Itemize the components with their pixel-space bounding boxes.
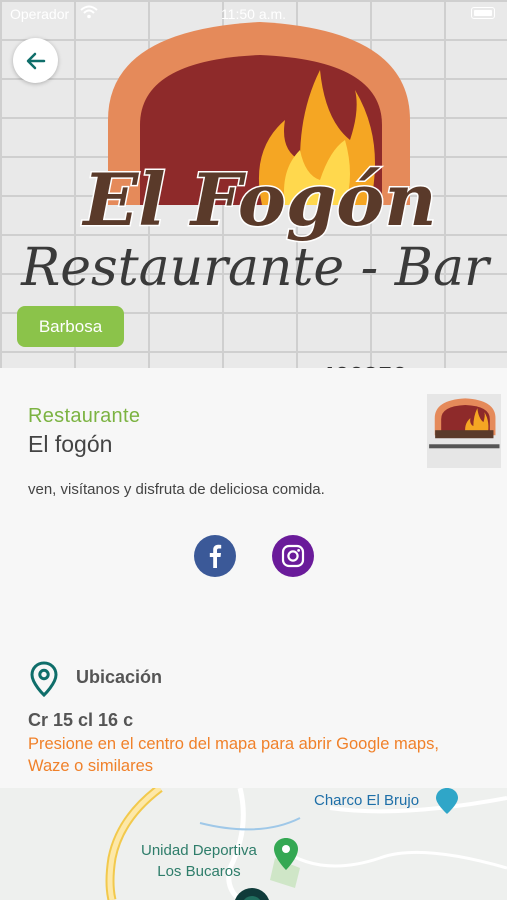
facebook-icon xyxy=(209,544,222,568)
facebook-button[interactable] xyxy=(194,535,236,577)
instagram-icon xyxy=(281,544,305,568)
map-label-charco: Charco El Brujo xyxy=(314,792,420,809)
business-name: El fogón xyxy=(28,431,113,457)
location-badge: Barbosa xyxy=(17,306,124,347)
instagram-button[interactable] xyxy=(272,535,314,577)
hero-banner: El Fogón Restaurante - Bar 466356 Operad… xyxy=(0,0,507,368)
partial-number: 466356 xyxy=(320,361,407,368)
battery-icon xyxy=(471,7,495,19)
category-label: Restaurante xyxy=(28,405,141,427)
map-hint-text: Presione en el centro del mapa para abri… xyxy=(28,735,439,775)
business-description: ven, visítanos y disfruta de deliciosa c… xyxy=(28,481,325,498)
tagline-text: Restaurante - Bar xyxy=(20,238,492,298)
map-pin-icon xyxy=(30,661,58,697)
location-title: Ubicación xyxy=(76,667,163,687)
map-label-unidad-line2: Los Bucaros xyxy=(157,863,241,880)
map-view[interactable]: Charco El Brujo Unidad Deportiva Los Buc… xyxy=(0,788,507,900)
business-thumbnail[interactable] xyxy=(427,394,501,468)
map-label-unidad-line1: Unidad Deportiva xyxy=(141,842,257,859)
business-info: Restaurante El fogón ven, visítanos y di… xyxy=(0,368,507,788)
back-button[interactable] xyxy=(13,38,58,83)
status-bar: Operador 11:50 a.m. xyxy=(0,0,507,28)
clock: 11:50 a.m. xyxy=(220,6,287,22)
arrow-left-icon xyxy=(26,52,45,69)
brand-text: El Fogón xyxy=(81,157,436,242)
address-text: Cr 15 cl 16 c xyxy=(28,710,134,730)
map-label-unidad: Unidad Deportiva Los Bucaros xyxy=(141,840,257,882)
